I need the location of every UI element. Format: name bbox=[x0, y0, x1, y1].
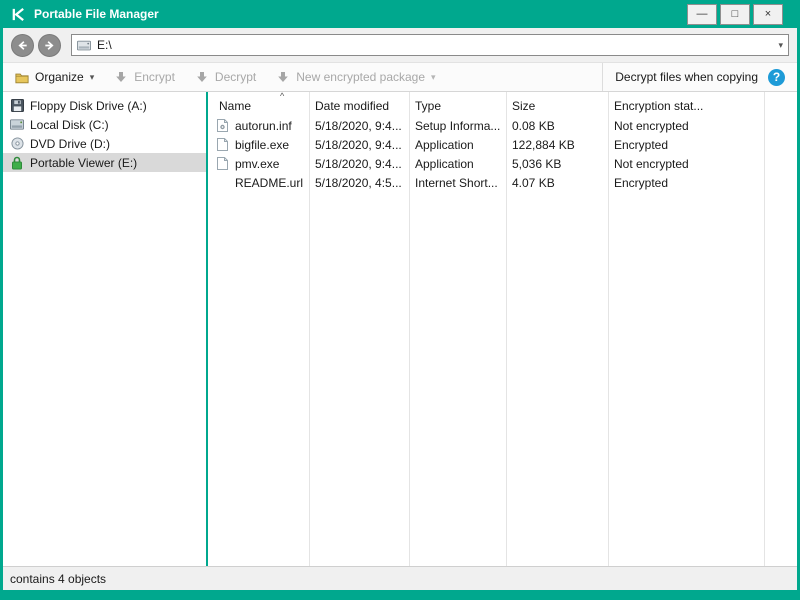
file-list-pane: ^ Name Date modified Type Size Encryptio… bbox=[208, 92, 797, 566]
toolbar: Organize ▾ Encrypt Decrypt New encrypted… bbox=[3, 62, 797, 92]
address-dropdown-icon[interactable]: ▾ bbox=[778, 40, 783, 51]
back-button[interactable] bbox=[11, 33, 34, 57]
file-date: 5/18/2020, 9:4... bbox=[315, 118, 402, 133]
encrypt-button[interactable]: Encrypt bbox=[114, 70, 175, 84]
file-type: Setup Informa... bbox=[415, 118, 501, 133]
column-header-type[interactable]: Type bbox=[409, 92, 506, 116]
sidebar-item-label: Floppy Disk Drive (A:) bbox=[30, 98, 147, 113]
file-encryption-status: Encrypted bbox=[614, 137, 669, 152]
sidebar-item-label: DVD Drive (D:) bbox=[30, 136, 110, 151]
decrypt-button[interactable]: Decrypt bbox=[195, 70, 256, 84]
folder-icon bbox=[15, 70, 29, 84]
green-lock-icon bbox=[10, 156, 24, 170]
file-size: 4.07 KB bbox=[512, 175, 555, 190]
window-controls: — □ × bbox=[687, 3, 791, 25]
organize-button[interactable]: Organize ▾ bbox=[15, 70, 94, 84]
close-button[interactable]: × bbox=[753, 3, 783, 25]
file-type: Application bbox=[415, 137, 474, 152]
file-icon bbox=[215, 138, 229, 152]
file-size: 122,884 KB bbox=[512, 137, 575, 152]
toolbar-left: Organize ▾ Encrypt Decrypt New encrypted… bbox=[3, 63, 602, 91]
file-size: 0.08 KB bbox=[512, 118, 555, 133]
forward-button[interactable] bbox=[38, 33, 61, 57]
hard-disk-icon bbox=[10, 118, 24, 132]
sidebar-item-label: Portable Viewer (E:) bbox=[30, 155, 138, 170]
setup-file-icon bbox=[215, 119, 229, 133]
file-row-readme-url[interactable]: README.url 5/18/2020, 4:5... Internet Sh… bbox=[208, 173, 797, 192]
file-type: Application bbox=[415, 156, 474, 171]
column-header-date-modified[interactable]: Date modified bbox=[309, 92, 409, 116]
column-header-encryption-status[interactable]: Encryption stat... bbox=[608, 92, 764, 116]
minimize-button[interactable]: — bbox=[687, 3, 717, 25]
toolbar-right: Decrypt files when copying ? bbox=[602, 63, 797, 91]
column-header-row: ^ Name Date modified Type Size Encryptio… bbox=[208, 92, 797, 116]
column-header-size[interactable]: Size bbox=[506, 92, 608, 116]
chevron-down-icon: ▾ bbox=[431, 71, 436, 82]
drive-icon bbox=[77, 38, 91, 52]
file-size: 5,036 KB bbox=[512, 156, 562, 171]
sidebar-item-floppy-a[interactable]: Floppy Disk Drive (A:) bbox=[3, 96, 206, 115]
encrypt-label: Encrypt bbox=[134, 70, 175, 84]
app-window: Portable File Manager — □ × E:\ ▾ Organi… bbox=[0, 0, 800, 600]
kaspersky-logo-icon bbox=[9, 6, 27, 22]
column-header-spacer bbox=[764, 92, 797, 116]
drive-sidebar: Floppy Disk Drive (A:) Local Disk (C:) D… bbox=[3, 92, 206, 566]
file-date: 5/18/2020, 4:5... bbox=[315, 175, 402, 190]
file-date: 5/18/2020, 9:4... bbox=[315, 137, 402, 152]
file-row-pmv-exe[interactable]: pmv.exe 5/18/2020, 9:4... Application 5,… bbox=[208, 154, 797, 173]
address-text: E:\ bbox=[97, 38, 112, 52]
new-encrypted-package-button[interactable]: New encrypted package ▾ bbox=[276, 70, 436, 84]
decrypt-when-copying-label[interactable]: Decrypt files when copying bbox=[615, 70, 758, 84]
help-icon[interactable]: ? bbox=[768, 68, 785, 86]
maximize-button[interactable]: □ bbox=[720, 3, 750, 25]
file-icon bbox=[215, 157, 229, 171]
window-title: Portable File Manager bbox=[34, 7, 159, 21]
new-package-label: New encrypted package bbox=[296, 70, 426, 84]
file-encryption-status: Encrypted bbox=[614, 175, 669, 190]
blank-icon bbox=[215, 176, 229, 190]
address-bar[interactable]: E:\ ▾ bbox=[71, 34, 789, 56]
file-row-autorun-inf[interactable]: autorun.inf 5/18/2020, 9:4... Setup Info… bbox=[208, 116, 797, 135]
navigation-bar: E:\ ▾ bbox=[3, 28, 797, 62]
file-row-bigfile-exe[interactable]: bigfile.exe 5/18/2020, 9:4... Applicatio… bbox=[208, 135, 797, 154]
down-arrow-icon bbox=[195, 70, 209, 84]
file-type: Internet Short... bbox=[415, 175, 498, 190]
file-encryption-status: Not encrypted bbox=[614, 118, 689, 133]
status-bar: contains 4 objects bbox=[3, 566, 797, 590]
file-date: 5/18/2020, 9:4... bbox=[315, 156, 402, 171]
status-text: contains 4 objects bbox=[10, 571, 107, 586]
chevron-down-icon: ▾ bbox=[89, 71, 95, 82]
down-arrow-icon bbox=[114, 70, 128, 84]
sidebar-item-label: Local Disk (C:) bbox=[30, 117, 109, 132]
organize-label: Organize bbox=[35, 70, 84, 84]
floppy-drive-icon bbox=[10, 99, 24, 113]
sidebar-item-portable-e[interactable]: Portable Viewer (E:) bbox=[3, 153, 206, 172]
decrypt-label: Decrypt bbox=[214, 70, 257, 84]
file-name: pmv.exe bbox=[235, 156, 280, 171]
title-bar: Portable File Manager — □ × bbox=[3, 0, 797, 28]
column-header-name[interactable]: ^ Name bbox=[208, 92, 309, 116]
file-name: README.url bbox=[235, 175, 304, 190]
down-arrow-icon bbox=[276, 70, 290, 84]
sidebar-item-local-c[interactable]: Local Disk (C:) bbox=[3, 115, 206, 134]
file-name: bigfile.exe bbox=[235, 137, 290, 152]
main-area: Floppy Disk Drive (A:) Local Disk (C:) D… bbox=[3, 92, 797, 566]
file-encryption-status: Not encrypted bbox=[614, 156, 689, 171]
sort-ascending-icon: ^ bbox=[280, 92, 285, 101]
dvd-drive-icon bbox=[10, 137, 24, 151]
sidebar-item-dvd-d[interactable]: DVD Drive (D:) bbox=[3, 134, 206, 153]
file-name: autorun.inf bbox=[235, 118, 292, 133]
